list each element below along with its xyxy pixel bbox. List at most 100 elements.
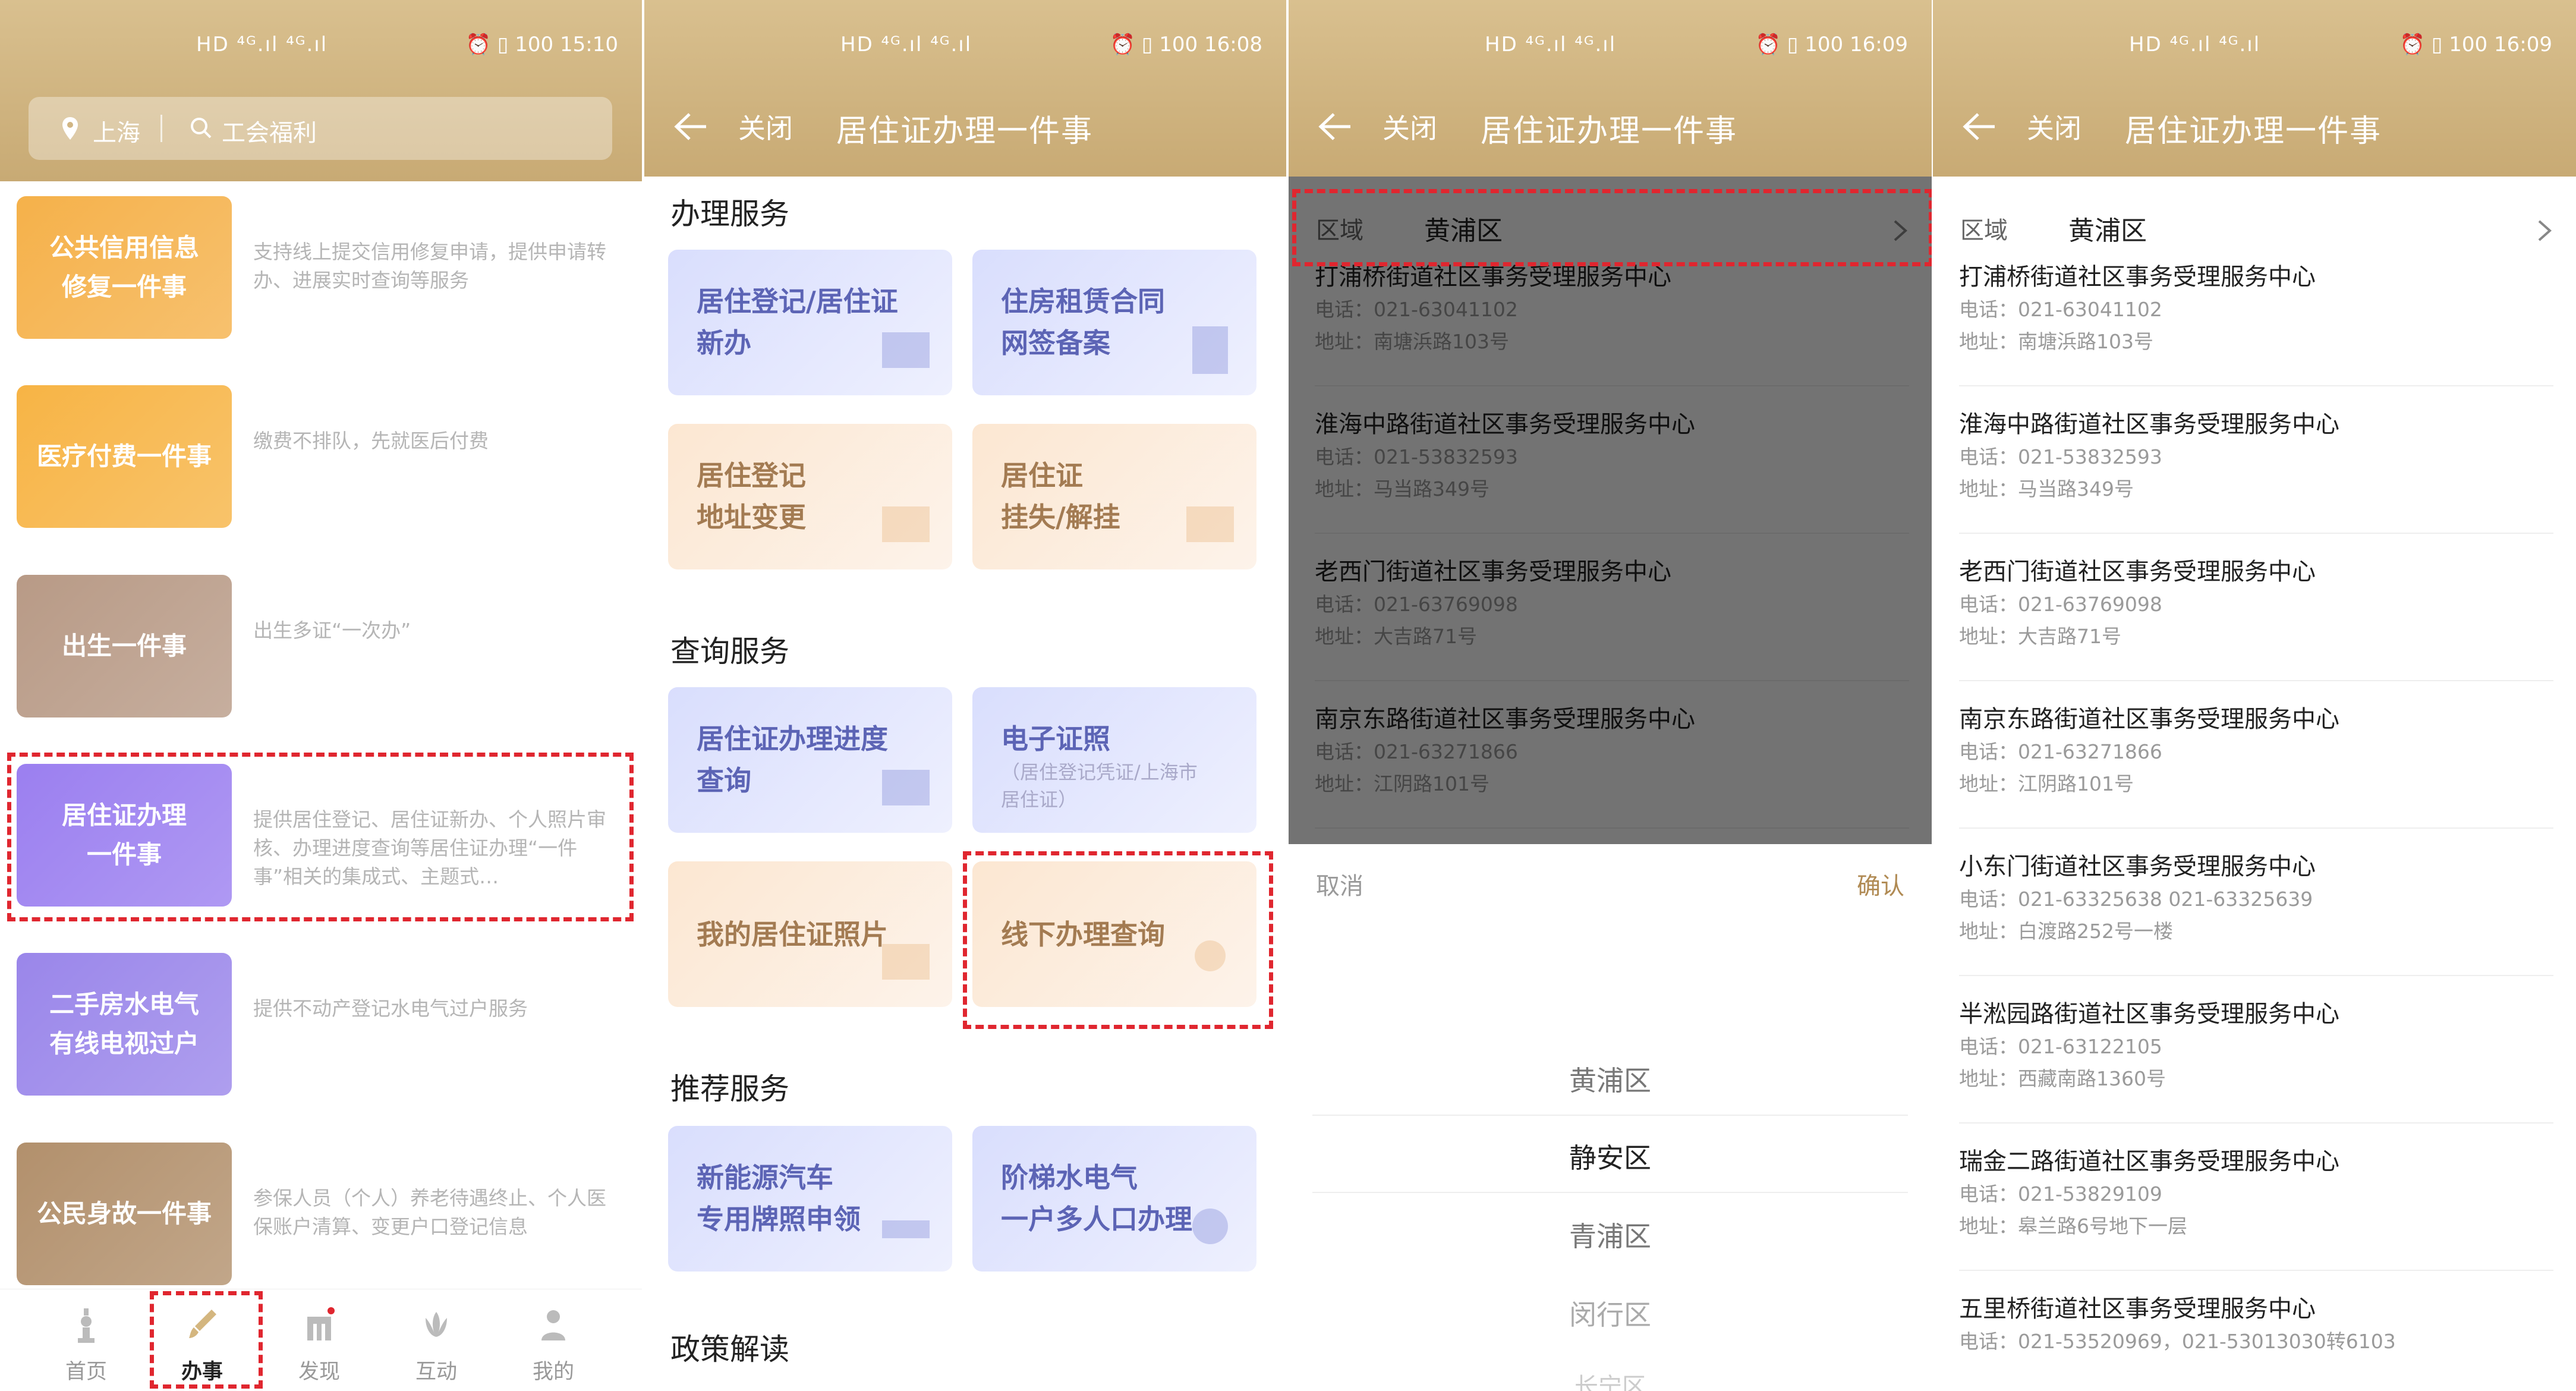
dim-overlay[interactable]: [1289, 177, 1932, 844]
header: HD ⁴ᴳ.ıl ⁴ᴳ.ıl ⏰ ▯ 100 16:08 关闭 居住证办理一件事: [644, 0, 1286, 177]
phone-label: 电话：: [1959, 445, 2018, 468]
center-item[interactable]: 南京东路街道社区事务受理服务中心电话：021-63271866地址：江阴路101…: [1959, 703, 2553, 829]
tile-line2: 专用牌照申领: [697, 1203, 861, 1235]
service-card[interactable]: 出生一件事: [17, 575, 232, 717]
tile-rental-contract[interactable]: 住房租赁合同 网签备案: [972, 250, 1256, 395]
center-address: 地址：江阴路101号: [1959, 768, 2553, 800]
confirm-button[interactable]: 确认: [1857, 867, 1904, 901]
service-card[interactable]: 公民身故一件事: [17, 1143, 232, 1285]
screen-residence-permit: HD ⁴ᴳ.ıl ⁴ᴳ.ıl ⏰ ▯ 100 16:08 关闭 居住证办理一件事…: [644, 0, 1286, 1391]
service-card[interactable]: 二手房水电气 有线电视过户: [17, 953, 232, 1096]
tile-address-change[interactable]: 居住登记 地址变更: [668, 424, 952, 569]
phone-label: 电话：: [1959, 1330, 2018, 1353]
tile-sub1: （居住登记凭证/上海市: [1001, 761, 1198, 783]
tile-e-license[interactable]: 电子证照 （居住登记凭证/上海市 居住证）: [972, 687, 1256, 833]
phone-value: 021-53520969，021-53013030转6103: [2018, 1330, 2396, 1353]
service-row[interactable]: 公共信用信息 修复一件事 支持线上提交信用修复申请，提供申请转办、进展实时查询等服…: [17, 196, 617, 339]
center-item[interactable]: 五里桥街道社区事务受理服务中心 电话：021-53520969，021-53013…: [1959, 1292, 2553, 1358]
tile-line1: 住房租赁合同: [1001, 285, 1165, 317]
page-title: 居住证办理一件事: [2125, 114, 2382, 149]
address-value: 西藏南路1360号: [2018, 1067, 2166, 1090]
center-item[interactable]: 瑞金二路街道社区事务受理服务中心 电话：021-53829109 地址：皋兰路6号地…: [1959, 1145, 2553, 1271]
back-arrow-icon[interactable]: [1963, 112, 1996, 141]
tile-residence-new[interactable]: 居住登记/居住证 新办: [668, 250, 952, 395]
address-value: 马当路349号: [2018, 477, 2134, 501]
status-signal: HD ⁴ᴳ.ıl ⁴ᴳ.ıl: [1485, 33, 1617, 56]
close-button[interactable]: 关闭: [1383, 107, 1437, 146]
phone-label: 电话：: [1959, 593, 2018, 616]
contract-icon: [1192, 326, 1228, 374]
search-input[interactable]: 工会福利: [222, 114, 317, 148]
phone-value: 021-63325638 021-63325639: [2018, 888, 2313, 911]
user-icon: [541, 1310, 565, 1340]
tile-line1: 居住证: [1001, 460, 1083, 492]
time: 16:09: [2494, 33, 2552, 56]
center-phone: 电话：021-63325638 021-63325639: [1959, 883, 2553, 915]
service-row[interactable]: 公民身故一件事 参保人员（个人）养老待遇终止、个人医保账户清算、变更户口登记信息: [17, 1143, 617, 1285]
form-icon: [882, 332, 930, 368]
center-item[interactable]: 老西门街道社区事务受理服务中心电话：021-63769098地址：大吉路71号: [1959, 555, 2553, 681]
address-value: 江阴路101号: [2018, 772, 2134, 795]
header: HD ⁴ᴳ.ıl ⁴ᴳ.ıl ⏰ ▯ 100 15:10 上海 工会福利: [0, 0, 642, 181]
item-divider: [1959, 975, 2553, 976]
back-arrow-icon[interactable]: [674, 112, 707, 141]
tile-progress-query[interactable]: 居住证办理进度 查询: [668, 687, 952, 833]
search-icon: [191, 118, 212, 139]
address-value: 南塘浜路103号: [2018, 330, 2153, 353]
picker-option[interactable]: 闵行区: [1289, 1294, 1932, 1333]
service-row[interactable]: 出生一件事 出生多证“一次办”: [17, 575, 617, 717]
center-phone: 电话：021-53829109: [1959, 1178, 2553, 1210]
cancel-button[interactable]: 取消: [1316, 867, 1363, 901]
service-card[interactable]: 公共信用信息 修复一件事: [17, 196, 232, 339]
battery-icon: ⏰ ▯: [1755, 33, 1799, 56]
search-bar[interactable]: 上海 工会福利: [29, 97, 612, 160]
close-button[interactable]: 关闭: [2027, 107, 2081, 146]
tab-home[interactable]: 首页: [39, 1289, 134, 1391]
picker-option[interactable]: 长宁区: [1289, 1367, 1932, 1391]
picker-divider: [1312, 1192, 1908, 1193]
center-name: 南京东路街道社区事务受理服务中心: [1959, 706, 2339, 733]
service-row[interactable]: 医疗付费一件事 缴费不排队，先就医后付费: [17, 385, 617, 528]
picker-option[interactable]: 黄浦区: [1289, 1059, 1932, 1099]
tile-ev-plate[interactable]: 新能源汽车 专用牌照申领: [668, 1126, 952, 1272]
picker-option[interactable]: 青浦区: [1289, 1215, 1932, 1254]
battery-icon: ⏰ ▯: [2399, 33, 2443, 56]
screen-services-list: HD ⁴ᴳ.ıl ⁴ᴳ.ıl ⏰ ▯ 100 15:10 上海 工会福利 公共信…: [0, 0, 642, 1391]
address-label: 地址：: [1959, 477, 2018, 501]
progress-list-icon: [882, 770, 930, 805]
tile-my-photo[interactable]: 我的居住证照片: [668, 861, 952, 1007]
phone-value: 021-53829109: [2018, 1182, 2162, 1206]
center-item[interactable]: 小东门街道社区事务受理服务中心电话：021-63325638 021-63325…: [1959, 850, 2553, 976]
tile-tiered-utility[interactable]: 阶梯水电气 一户多人口办理: [972, 1126, 1256, 1272]
tab-interact[interactable]: 互动: [389, 1289, 484, 1391]
center-item[interactable]: 打浦桥街道社区事务受理服务中心电话：021-63041102地址：南塘浜路103…: [1959, 260, 2553, 386]
service-row[interactable]: 二手房水电气 有线电视过户 提供不动产登记水电气过户服务: [17, 953, 617, 1096]
center-item[interactable]: 淮海中路街道社区事务受理服务中心电话：021-53832593地址：马当路349…: [1959, 408, 2553, 534]
tile-line2: 网签备案: [1001, 327, 1110, 359]
service-card[interactable]: 医疗付费一件事: [17, 385, 232, 528]
tab-mine[interactable]: 我的: [506, 1289, 601, 1391]
close-button[interactable]: 关闭: [738, 107, 793, 146]
center-item[interactable]: 半淞园路街道社区事务受理服务中心 电话：021-63122105 地址：西藏南路13…: [1959, 997, 2553, 1124]
center-address: 地址：大吉路71号: [1959, 621, 2553, 653]
tile-report-loss[interactable]: 居住证 挂失/解挂: [972, 424, 1256, 569]
phone-label: 电话：: [1959, 888, 2018, 911]
highlight-box: [963, 851, 1273, 1029]
back-arrow-icon[interactable]: [1318, 112, 1352, 141]
region-selector[interactable]: 区域 黄浦区: [1933, 178, 2576, 262]
tile-sub2: 居住证）: [1001, 788, 1078, 811]
section-title-query: 查询服务: [670, 634, 789, 669]
center-phone: 电话：021-53832593: [1959, 441, 2553, 473]
center-name: 小东门街道社区事务受理服务中心: [1959, 853, 2316, 880]
item-divider: [1959, 680, 2553, 681]
battery-level: 100: [2449, 33, 2488, 56]
status-signal: HD ⁴ᴳ.ıl ⁴ᴳ.ıl: [196, 33, 328, 56]
center-name: 打浦桥街道社区事务受理服务中心: [1959, 263, 2316, 291]
picker-option-selected[interactable]: 静安区: [1289, 1137, 1932, 1176]
magnolia-icon: [426, 1312, 447, 1337]
item-divider: [1959, 533, 2553, 534]
city-selector[interactable]: 上海: [93, 114, 140, 148]
center-phone: 电话：021-63769098: [1959, 588, 2553, 621]
tab-discover[interactable]: 发现: [272, 1289, 367, 1391]
divider: [160, 115, 162, 142]
